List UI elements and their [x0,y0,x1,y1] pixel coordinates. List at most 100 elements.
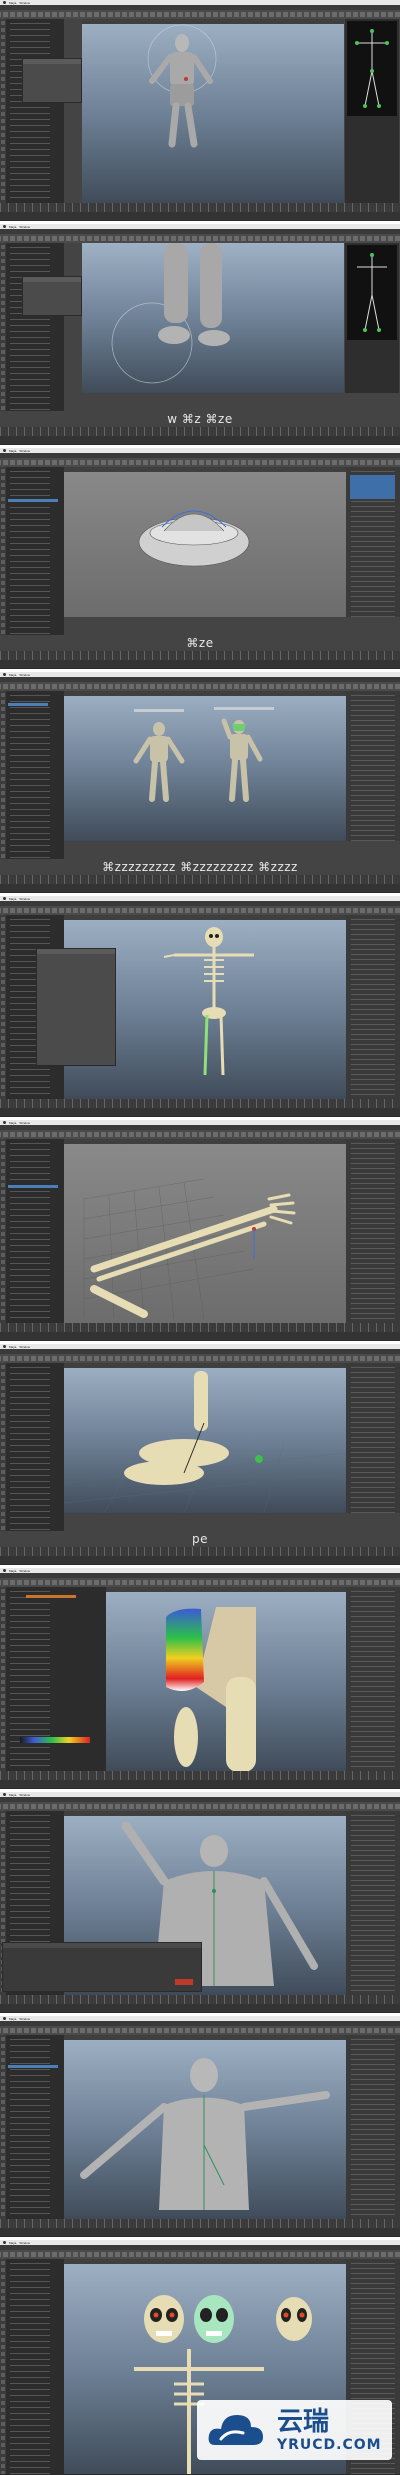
mac-menu-window[interactable]: Window [19,1569,30,1573]
shelf[interactable] [0,682,400,691]
outliner-panel[interactable] [6,1363,64,1548]
apple-icon[interactable] [3,1569,6,1572]
mac-menu-app[interactable]: Maya [9,1569,16,1573]
mac-menu-app[interactable]: Maya [9,225,16,229]
mac-menu-window[interactable]: Window [19,1121,30,1125]
viewport[interactable] [82,19,344,204]
outliner-panel[interactable] [6,691,64,876]
dialog-title-bar[interactable] [3,1943,201,1948]
command-line[interactable] [0,1332,400,1340]
mac-menu-app[interactable]: Maya [9,1345,16,1349]
time-slider[interactable] [0,203,400,212]
outliner-panel[interactable] [6,2035,64,2220]
hypergraph-panel[interactable] [345,19,399,204]
mac-menu-app[interactable]: Maya [9,1121,16,1125]
command-line[interactable] [0,436,400,444]
options-dialog[interactable] [22,276,82,316]
options-dialog[interactable] [22,58,82,103]
channel-box[interactable] [346,691,400,841]
apple-icon[interactable] [3,1345,6,1348]
shelf[interactable] [0,10,400,19]
apple-icon[interactable] [3,673,6,676]
attribute-editor[interactable] [346,1811,400,1996]
shelf[interactable] [0,1354,400,1363]
mac-menu-window[interactable]: Window [19,225,30,229]
mac-menu-window[interactable]: Window [19,897,30,901]
command-line[interactable] [0,660,400,668]
options-dialog[interactable] [36,948,116,1066]
outliner-panel[interactable] [6,1139,64,1324]
skin-weights-dialog[interactable] [2,1942,202,1992]
time-slider[interactable] [0,2219,400,2228]
selected-outliner-row[interactable] [8,499,58,502]
apple-icon[interactable] [3,1121,6,1124]
mac-menu-app[interactable]: Maya [9,2017,16,2021]
viewport[interactable] [64,1139,346,1324]
command-line[interactable] [0,212,400,220]
attribute-editor[interactable] [346,1587,400,1772]
mac-menu-window[interactable]: Window [19,2017,30,2021]
shelf[interactable] [0,906,400,915]
mac-menu-window[interactable]: Window [19,2241,30,2245]
mac-menu-app[interactable]: Maya [9,897,16,901]
mac-menu-app[interactable]: Maya [9,1793,16,1797]
dialog-title-bar[interactable] [37,949,115,954]
shelf[interactable] [0,458,400,467]
shelf[interactable] [0,1578,400,1587]
command-line[interactable] [0,2004,400,2012]
command-line[interactable] [0,2228,400,2236]
shelf[interactable] [0,1130,400,1139]
time-slider[interactable] [0,1323,400,1332]
mac-menu-window[interactable]: Window [19,1345,30,1349]
time-slider[interactable] [0,875,400,884]
command-line[interactable] [0,1780,400,1788]
dialog-title-bar[interactable] [23,277,81,282]
viewport[interactable] [64,691,346,841]
apple-icon[interactable] [3,2241,6,2244]
time-slider[interactable] [0,1547,400,1556]
shelf[interactable] [0,1802,400,1811]
apple-icon[interactable] [3,1793,6,1796]
time-slider[interactable] [0,427,400,436]
outliner-panel[interactable] [6,2259,64,2474]
mac-menu-app[interactable]: Maya [9,449,16,453]
apple-icon[interactable] [3,897,6,900]
channel-box[interactable] [346,467,400,617]
apple-icon[interactable] [3,225,6,228]
apple-icon[interactable] [3,1,6,4]
mac-menu-window[interactable]: Window [19,1793,30,1797]
selected-outliner-row[interactable] [8,703,48,706]
viewport[interactable] [106,1587,346,1772]
attribute-editor[interactable] [346,2035,400,2220]
apply-button[interactable] [175,1979,193,1985]
time-slider[interactable] [0,1099,400,1108]
channel-highlight[interactable] [350,475,395,499]
apple-icon[interactable] [3,2017,6,2020]
mac-menu-window[interactable]: Window [19,1,30,5]
hypergraph-panel[interactable] [345,243,399,393]
selected-outliner-row[interactable] [8,2065,58,2068]
outliner-panel[interactable] [6,243,64,428]
mac-menu-window[interactable]: Window [19,449,30,453]
shelf[interactable] [0,2026,400,2035]
command-line[interactable] [0,1108,400,1116]
tool-settings-panel[interactable] [6,1587,106,1772]
mac-menu-app[interactable]: Maya [9,2241,16,2245]
time-slider[interactable] [0,1995,400,2004]
shelf[interactable] [0,2250,400,2259]
viewport[interactable] [82,243,344,393]
selected-outliner-row[interactable] [8,1185,58,1188]
mac-menu-window[interactable]: Window [19,673,30,677]
mac-menu-app[interactable]: Maya [9,1,16,5]
apple-icon[interactable] [3,449,6,452]
viewport[interactable] [64,1363,346,1513]
attribute-editor[interactable] [346,1363,400,1513]
viewport[interactable] [64,467,346,617]
command-line[interactable] [0,884,400,892]
attribute-editor[interactable] [346,915,400,1100]
time-slider[interactable] [0,651,400,660]
dialog-title-bar[interactable] [23,59,81,64]
outliner-panel[interactable] [6,467,64,652]
command-line[interactable] [0,1556,400,1564]
shelf[interactable] [0,234,400,243]
